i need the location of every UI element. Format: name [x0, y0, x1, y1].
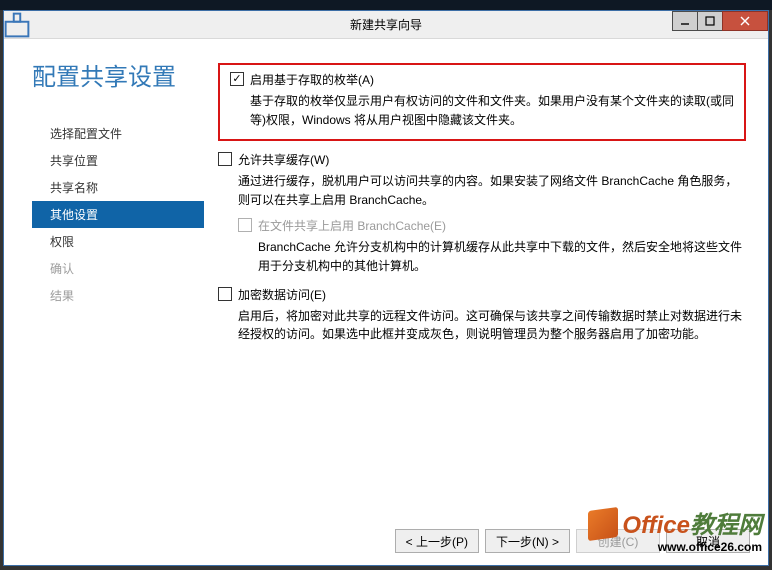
label-access-based-enum: 启用基于存取的枚举(A): [250, 71, 374, 88]
button-row: < 上一步(P) 下一步(N) > 创建(C) 取消: [4, 517, 768, 565]
label-encrypt-data: 加密数据访问(E): [238, 286, 326, 303]
window-title: 新建共享向导: [350, 16, 422, 33]
cancel-button[interactable]: 取消: [666, 529, 750, 553]
close-button[interactable]: [722, 11, 768, 31]
checkbox-branchcache: [238, 218, 252, 232]
minimize-button[interactable]: [672, 11, 698, 31]
create-button: 创建(C): [576, 529, 660, 553]
wizard-steps: 选择配置文件 共享位置 共享名称 其他设置 权限 确认 结果: [32, 120, 204, 309]
step-result: 结果: [32, 282, 204, 309]
prev-button[interactable]: < 上一步(P): [395, 529, 479, 553]
highlight-box: 启用基于存取的枚举(A) 基于存取的枚举仅显示用户有权访问的文件和文件夹。如果用…: [218, 63, 746, 141]
desc-access-based-enum: 基于存取的枚举仅显示用户有权访问的文件和文件夹。如果用户没有某个文件夹的读取(或…: [250, 92, 734, 129]
step-permissions[interactable]: 权限: [32, 228, 204, 255]
checkbox-access-based-enum[interactable]: [230, 72, 244, 86]
client-area: 配置共享设置 选择配置文件 共享位置 共享名称 其他设置 权限 确认 结果 启用…: [4, 39, 768, 565]
app-icon: [4, 11, 30, 39]
checkbox-allow-caching[interactable]: [218, 152, 232, 166]
checkbox-encrypt-data[interactable]: [218, 287, 232, 301]
left-column: 配置共享设置 选择配置文件 共享位置 共享名称 其他设置 权限 确认 结果: [4, 57, 204, 517]
titlebar: 新建共享向导: [4, 11, 768, 39]
next-button[interactable]: 下一步(N) >: [485, 529, 570, 553]
step-other-settings[interactable]: 其他设置: [32, 201, 204, 228]
page-heading: 配置共享设置: [32, 57, 204, 92]
desc-allow-caching: 通过进行缓存，脱机用户可以访问共享的内容。如果安装了网络文件 BranchCac…: [238, 172, 746, 209]
label-branchcache: 在文件共享上启用 BranchCache(E): [258, 217, 446, 234]
desc-encrypt-data: 启用后，将加密对此共享的远程文件访问。这可确保与该共享之间传输数据时禁止对数据进…: [238, 307, 746, 344]
step-share-location[interactable]: 共享位置: [32, 147, 204, 174]
label-allow-caching: 允许共享缓存(W): [238, 151, 329, 168]
desc-branchcache: BranchCache 允许分支机构中的计算机缓存从此共享中下载的文件，然后安全…: [258, 238, 746, 275]
settings-panel: 启用基于存取的枚举(A) 基于存取的枚举仅显示用户有权访问的文件和文件夹。如果用…: [204, 57, 768, 517]
wizard-window: 新建共享向导 配置共享设置 选择配置文件 共享位置 共享名称 其他设置 权限 确…: [3, 10, 769, 566]
step-share-name[interactable]: 共享名称: [32, 174, 204, 201]
taskbar-fragment: [0, 0, 772, 10]
maximize-button[interactable]: [697, 11, 723, 31]
step-select-profile[interactable]: 选择配置文件: [32, 120, 204, 147]
step-confirm: 确认: [32, 255, 204, 282]
window-buttons: [673, 11, 768, 31]
